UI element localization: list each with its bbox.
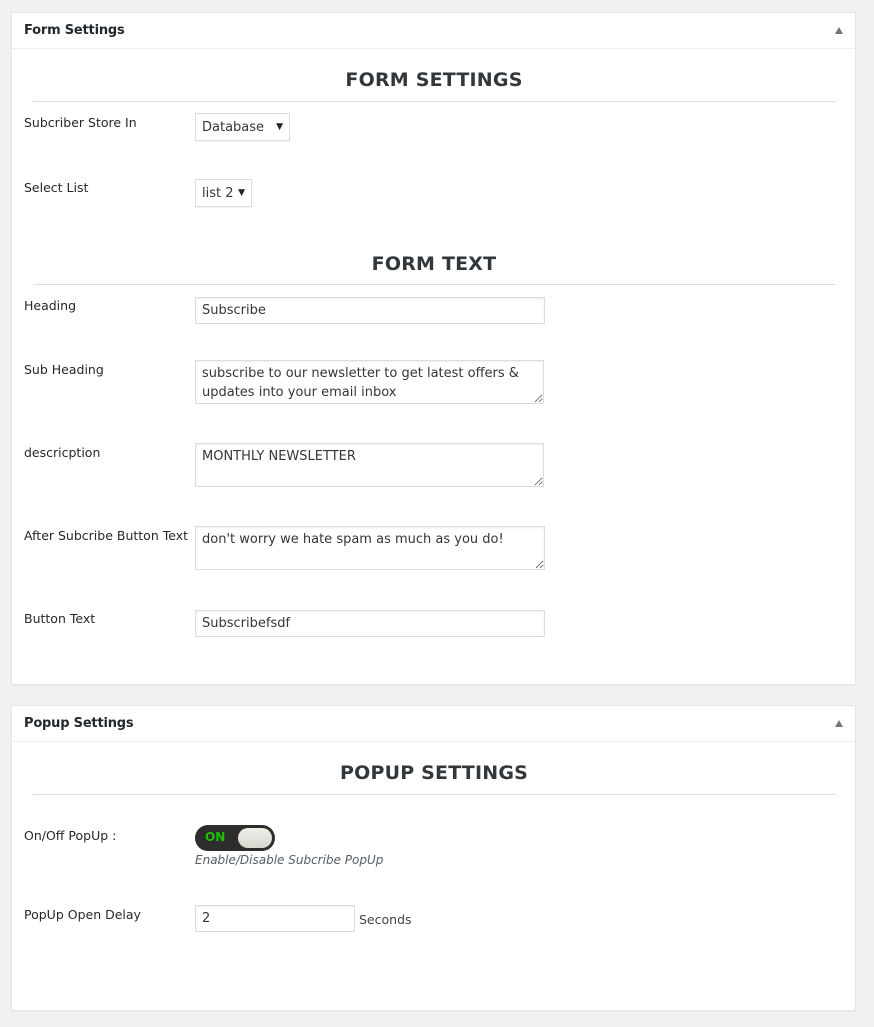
popup-delay-input[interactable]	[195, 905, 355, 932]
sub-heading-label: Sub Heading	[24, 362, 104, 377]
heading-input[interactable]	[195, 297, 545, 324]
triangle-up-icon[interactable]	[835, 720, 843, 727]
popup-toggle-switch[interactable]: ON	[195, 825, 275, 851]
button-text-input[interactable]	[195, 610, 545, 637]
store-in-label: Subcriber Store In	[24, 115, 137, 130]
popup-delay-label: PopUp Open Delay	[24, 907, 141, 922]
heading-label: Heading	[24, 298, 77, 313]
store-in-select[interactable]: Database ▼	[195, 113, 290, 141]
select-list-select[interactable]: list 2 ▼	[195, 179, 252, 207]
form-settings-panel: Form Settings FORM SETTINGS Subcriber St…	[11, 12, 856, 685]
button-text-label: Button Text	[24, 611, 96, 626]
toggle-state-text: ON	[205, 830, 226, 844]
divider	[33, 101, 835, 102]
popup-settings-panel: Popup Settings POPUP SETTINGS On/Off Pop…	[11, 705, 856, 1011]
divider	[33, 794, 835, 795]
panel-title: Popup Settings	[24, 716, 134, 731]
chevron-down-icon: ▼	[276, 122, 283, 132]
popup-toggle-hint: Enable/Disable Subcribe PopUp	[195, 853, 384, 867]
divider	[33, 284, 835, 285]
triangle-up-icon[interactable]	[835, 27, 843, 34]
description-textarea[interactable]: MONTHLY NEWSLETTER	[195, 443, 544, 487]
sub-heading-textarea[interactable]: subscribe to our newsletter to get lates…	[195, 360, 544, 404]
popup-delay-unit: Seconds	[359, 912, 412, 927]
section-heading-popup-settings: POPUP SETTINGS	[339, 762, 529, 784]
after-button-text-textarea[interactable]: don't worry we hate spam as much as you …	[195, 526, 545, 570]
section-heading-form-settings: FORM SETTINGS	[345, 69, 523, 91]
after-button-text-label: After Subcribe Button Text	[24, 528, 188, 543]
select-list-value: list 2	[202, 186, 234, 201]
popup-toggle-label: On/Off PopUp :	[24, 828, 117, 843]
toggle-knob[interactable]	[238, 828, 272, 848]
description-label: descricption	[24, 445, 101, 460]
panel-title: Form Settings	[24, 23, 125, 38]
popup-settings-header[interactable]: Popup Settings	[12, 706, 855, 742]
chevron-down-icon: ▼	[238, 188, 245, 198]
select-list-label: Select List	[24, 180, 89, 195]
store-in-value: Database	[202, 120, 265, 135]
section-heading-form-text: FORM TEXT	[371, 253, 497, 275]
form-settings-header[interactable]: Form Settings	[12, 13, 855, 49]
